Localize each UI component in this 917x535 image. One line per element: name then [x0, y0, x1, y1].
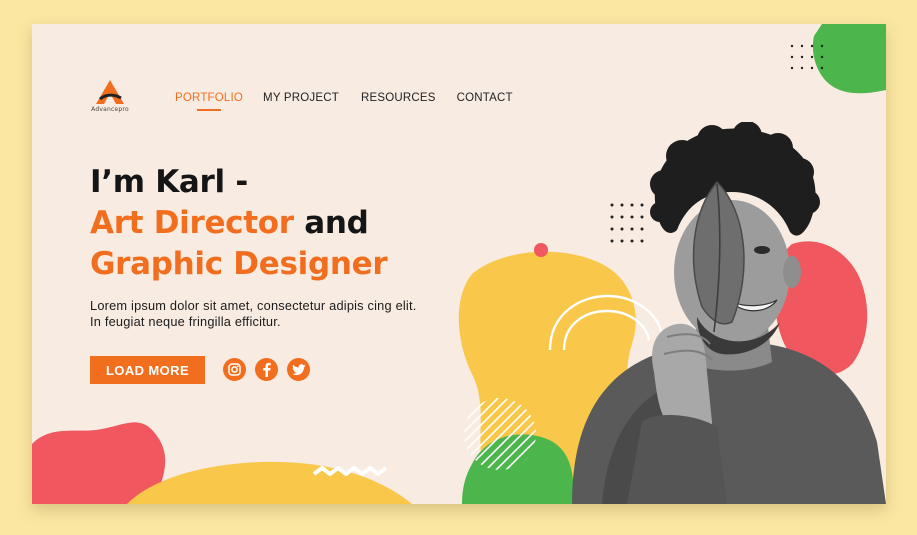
nav-item-contact[interactable]: CONTACT — [457, 92, 513, 104]
portrait-photo — [572, 122, 886, 504]
headline-connector: and — [293, 205, 369, 241]
facebook-link[interactable] — [255, 358, 278, 381]
headline-role-1: Art Director — [90, 205, 294, 241]
headline-line-1: I’m Karl - — [90, 164, 248, 200]
social-links — [223, 358, 310, 381]
twitter-link[interactable] — [287, 358, 310, 381]
brand-name: Advancepro — [91, 106, 129, 113]
nav-item-my-project[interactable]: MY PROJECT — [263, 92, 339, 104]
headline-role-2: Graphic Designer — [90, 246, 388, 282]
hero-headline: I’m Karl - Art Director and Graphic Desi… — [90, 162, 388, 285]
brand-logo[interactable]: Advancepro — [88, 79, 132, 113]
load-more-button[interactable]: LOAD MORE — [90, 356, 205, 384]
facebook-icon — [263, 362, 271, 377]
logo-mark-icon — [96, 80, 124, 104]
instagram-link[interactable] — [223, 358, 246, 381]
nav-item-portfolio[interactable]: PORTFOLIO — [175, 92, 243, 111]
hero-description: Lorem ipsum dolor sit amet, consectetur … — [90, 298, 417, 329]
landing-page-card: Advancepro PORTFOLIO MY PROJECT RESOURCE… — [32, 24, 886, 504]
nav-item-resources[interactable]: RESOURCES — [361, 92, 436, 104]
main-navigation: PORTFOLIO MY PROJECT RESOURCES CONTACT — [175, 92, 513, 111]
headline-line-2: Art Director and — [90, 203, 387, 244]
twitter-icon — [291, 363, 305, 375]
instagram-icon — [228, 363, 241, 376]
